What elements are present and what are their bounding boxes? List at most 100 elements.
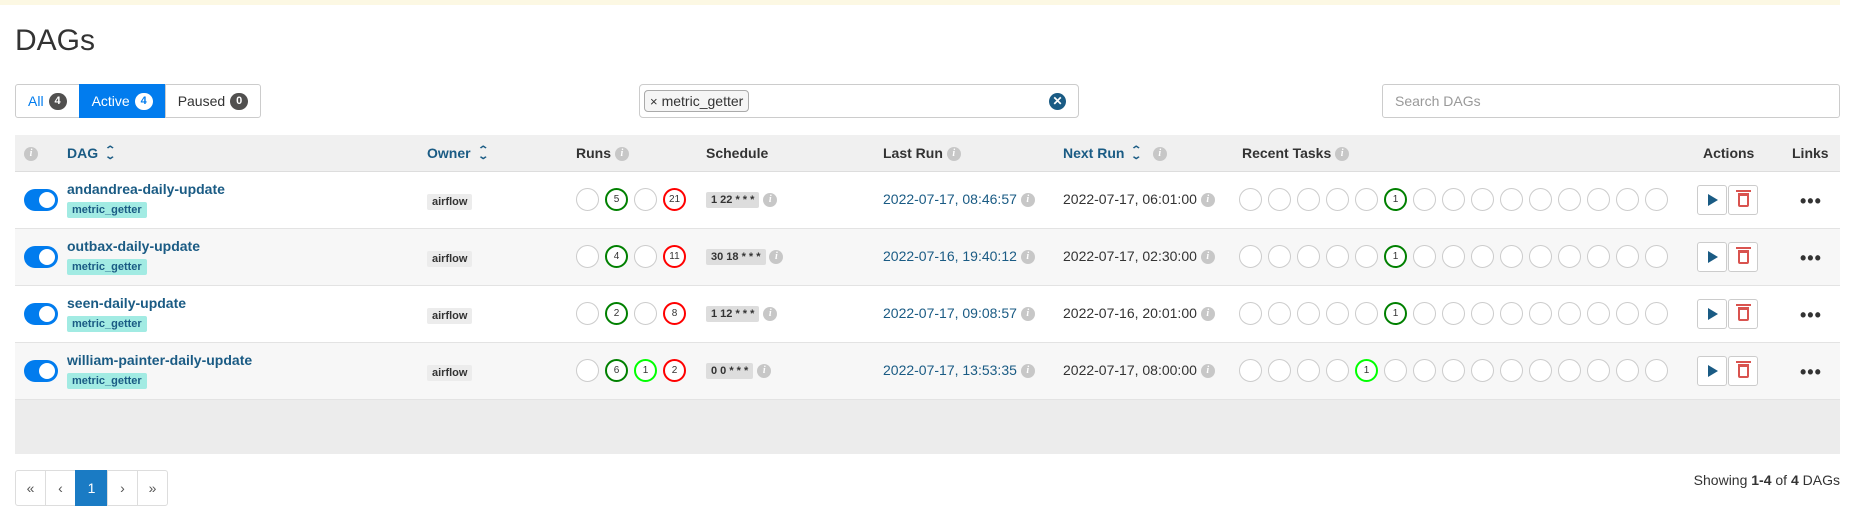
task-state-circle[interactable] [1558, 302, 1581, 325]
task-state-circle[interactable]: 1 [1384, 245, 1407, 268]
task-state-circle[interactable] [1355, 245, 1378, 268]
task-state-circle[interactable] [1471, 188, 1494, 211]
last-page-button[interactable]: » [137, 470, 168, 506]
task-state-circle[interactable] [1587, 359, 1610, 382]
task-state-circle[interactable] [1529, 302, 1552, 325]
owner-badge[interactable]: airflow [427, 251, 473, 267]
task-state-circle[interactable] [1413, 245, 1436, 268]
current-page-button[interactable]: 1 [75, 470, 108, 506]
delete-dag-button[interactable] [1728, 299, 1758, 329]
run-state-circle-queued[interactable] [576, 359, 599, 382]
task-state-circle[interactable] [1326, 188, 1349, 211]
delete-dag-button[interactable] [1728, 185, 1758, 215]
run-state-circle-queued[interactable] [576, 245, 599, 268]
task-state-circle[interactable]: 1 [1355, 359, 1378, 382]
dag-pause-toggle[interactable] [24, 360, 58, 382]
task-state-circle[interactable] [1355, 302, 1378, 325]
task-state-circle[interactable] [1268, 245, 1291, 268]
dag-pause-toggle[interactable] [24, 189, 58, 211]
task-state-circle[interactable] [1529, 245, 1552, 268]
task-state-circle[interactable] [1384, 359, 1407, 382]
header-owner[interactable]: Owner ⌃ ⌄ [427, 135, 489, 172]
task-state-circle[interactable] [1239, 302, 1262, 325]
info-icon[interactable]: i [769, 250, 784, 265]
task-state-circle[interactable] [1645, 188, 1668, 211]
task-state-circle[interactable] [1297, 188, 1320, 211]
run-state-circle-success[interactable]: 6 [605, 359, 628, 382]
run-state-circle-success[interactable]: 2 [605, 302, 628, 325]
run-state-circle-failed[interactable]: 8 [663, 302, 686, 325]
task-state-circle[interactable] [1471, 359, 1494, 382]
task-state-circle[interactable] [1268, 188, 1291, 211]
dag-name-link[interactable]: william-painter-daily-update [67, 352, 252, 368]
dag-tag[interactable]: metric_getter [67, 373, 147, 389]
task-state-circle[interactable] [1616, 245, 1639, 268]
links-ellipsis-icon[interactable]: ••• [1800, 249, 1822, 267]
task-state-circle[interactable] [1442, 188, 1465, 211]
run-state-circle-success[interactable]: 5 [605, 188, 628, 211]
task-state-circle[interactable] [1297, 359, 1320, 382]
dag-name-link[interactable]: outbax-daily-update [67, 238, 200, 254]
run-state-circle-queued[interactable] [576, 188, 599, 211]
remove-tag-icon[interactable]: × [650, 94, 658, 109]
last-run-link[interactable]: 2022-07-17, 08:46:57 [883, 191, 1017, 207]
task-state-circle[interactable] [1297, 302, 1320, 325]
task-state-circle[interactable] [1587, 302, 1610, 325]
task-state-circle[interactable] [1587, 188, 1610, 211]
info-icon[interactable]: i [1200, 307, 1215, 322]
task-state-circle[interactable] [1645, 359, 1668, 382]
task-state-circle[interactable] [1471, 302, 1494, 325]
tag-filter-select[interactable]: × metric_getter ✕ [639, 84, 1079, 118]
owner-badge[interactable]: airflow [427, 308, 473, 324]
info-icon[interactable]: i [1200, 364, 1215, 379]
task-state-circle[interactable] [1297, 245, 1320, 268]
next-page-button[interactable]: › [107, 470, 138, 506]
info-icon[interactable]: i [1020, 307, 1035, 322]
delete-dag-button[interactable] [1728, 242, 1758, 272]
filter-all-button[interactable]: All 4 [15, 84, 80, 118]
filter-paused-button[interactable]: Paused 0 [164, 84, 262, 118]
task-state-circle[interactable] [1558, 245, 1581, 268]
info-icon[interactable]: i [1020, 193, 1035, 208]
dag-tag[interactable]: metric_getter [67, 316, 147, 332]
links-ellipsis-icon[interactable]: ••• [1800, 363, 1822, 381]
run-state-circle-failed[interactable]: 2 [663, 359, 686, 382]
task-state-circle[interactable] [1268, 359, 1291, 382]
info-icon[interactable]: i [757, 364, 772, 379]
task-state-circle[interactable] [1616, 359, 1639, 382]
run-state-circle-running[interactable] [634, 245, 657, 268]
task-state-circle[interactable] [1442, 302, 1465, 325]
dag-name-link[interactable]: seen-daily-update [67, 295, 186, 311]
task-state-circle[interactable] [1471, 245, 1494, 268]
task-state-circle[interactable] [1326, 359, 1349, 382]
info-icon[interactable]: i [763, 307, 778, 322]
dag-pause-toggle[interactable] [24, 246, 58, 268]
filter-active-button[interactable]: Active 4 [78, 84, 166, 118]
trigger-dag-button[interactable] [1697, 242, 1727, 272]
run-state-circle-failed[interactable]: 21 [663, 188, 686, 211]
last-run-link[interactable]: 2022-07-16, 19:40:12 [883, 248, 1017, 264]
run-state-circle-failed[interactable]: 11 [663, 245, 686, 268]
schedule-badge[interactable]: 30 18 * * * [706, 249, 766, 266]
task-state-circle[interactable] [1645, 302, 1668, 325]
owner-badge[interactable]: airflow [427, 365, 473, 381]
task-state-circle[interactable] [1500, 188, 1523, 211]
dag-name-link[interactable]: andandrea-daily-update [67, 181, 225, 197]
run-state-circle-running[interactable] [634, 188, 657, 211]
task-state-circle[interactable] [1413, 188, 1436, 211]
first-page-button[interactable]: « [15, 470, 46, 506]
schedule-badge[interactable]: 0 0 * * * [706, 363, 754, 380]
delete-dag-button[interactable] [1728, 356, 1758, 386]
task-state-circle[interactable] [1500, 359, 1523, 382]
task-state-circle[interactable] [1268, 302, 1291, 325]
task-state-circle[interactable] [1645, 245, 1668, 268]
last-run-link[interactable]: 2022-07-17, 09:08:57 [883, 305, 1017, 321]
info-icon[interactable]: i [1200, 250, 1215, 265]
dag-tag[interactable]: metric_getter [67, 202, 147, 218]
task-state-circle[interactable] [1587, 245, 1610, 268]
run-state-circle-running[interactable] [634, 302, 657, 325]
task-state-circle[interactable] [1442, 245, 1465, 268]
info-icon[interactable]: i [1200, 193, 1215, 208]
run-state-circle-queued[interactable] [576, 302, 599, 325]
task-state-circle[interactable] [1326, 302, 1349, 325]
